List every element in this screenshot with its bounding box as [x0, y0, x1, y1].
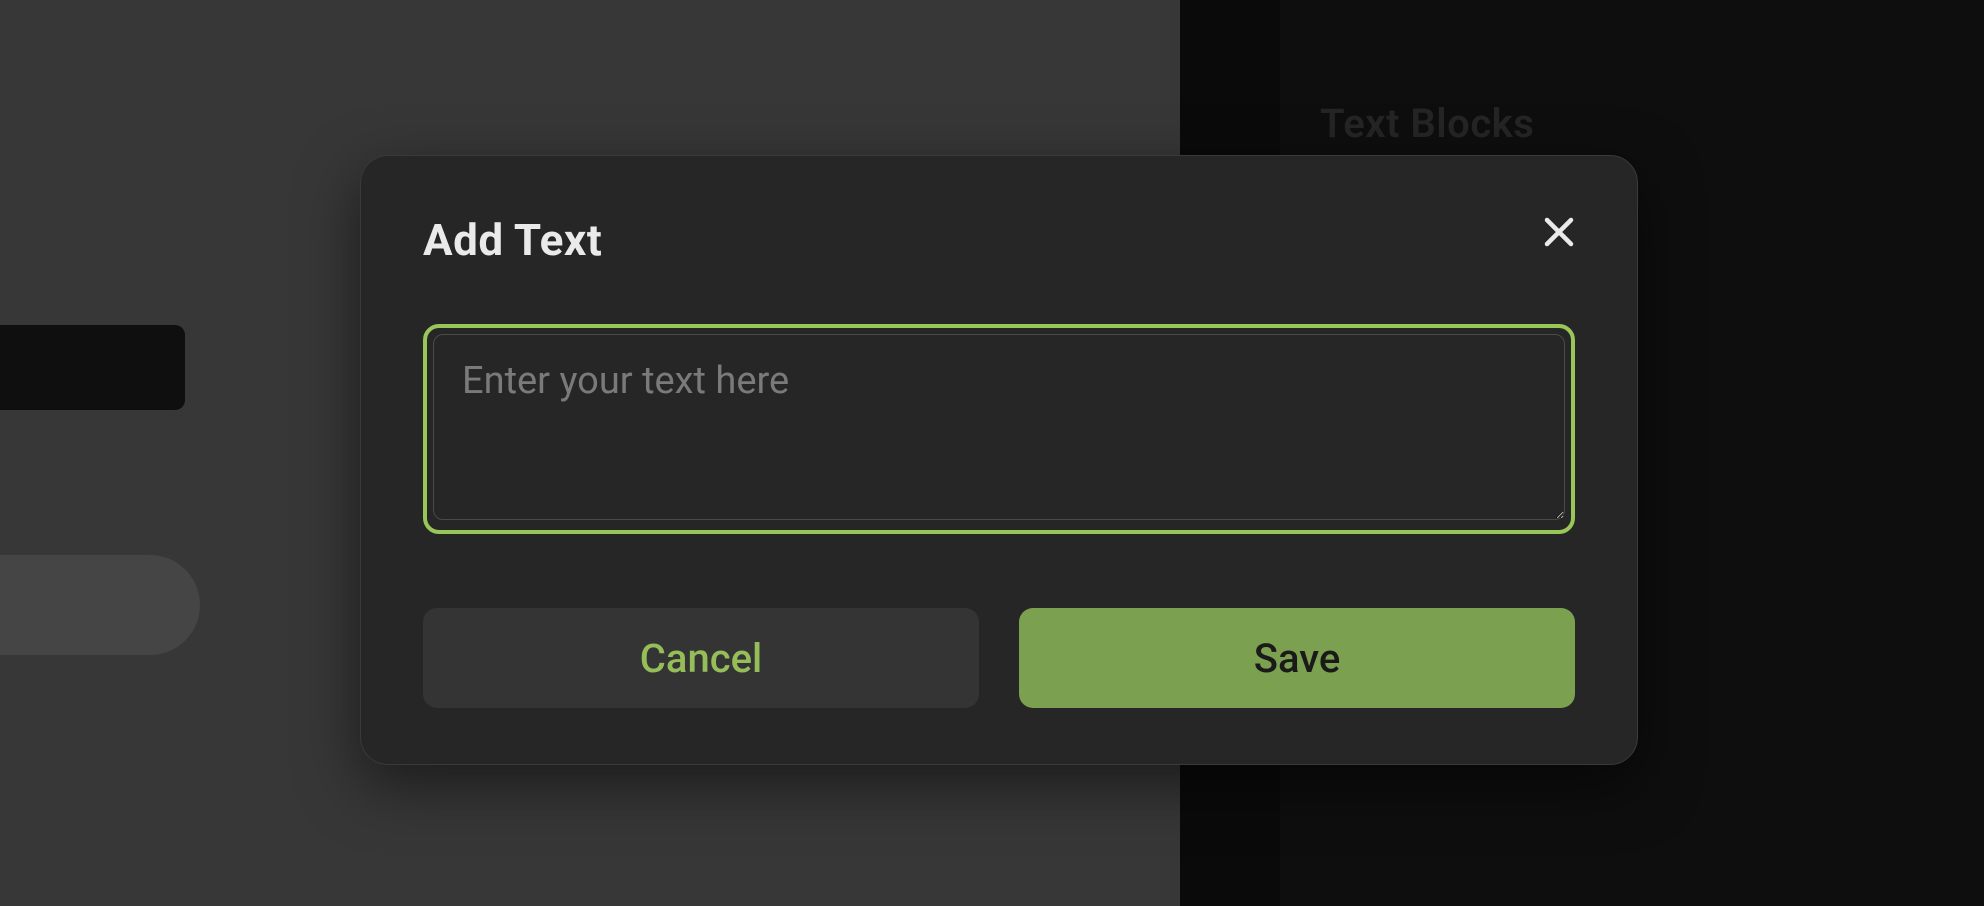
add-text-modal: Add Text Cancel Save [360, 155, 1638, 765]
modal-title: Add Text [423, 214, 602, 266]
text-input-focus-ring [423, 324, 1575, 534]
modal-header: Add Text [423, 214, 1575, 266]
save-button[interactable]: Save [1019, 608, 1575, 708]
text-input[interactable] [433, 334, 1565, 520]
close-icon [1541, 214, 1577, 250]
modal-button-row: Cancel Save [423, 608, 1575, 708]
close-button[interactable] [1537, 210, 1581, 254]
cancel-button[interactable]: Cancel [423, 608, 979, 708]
